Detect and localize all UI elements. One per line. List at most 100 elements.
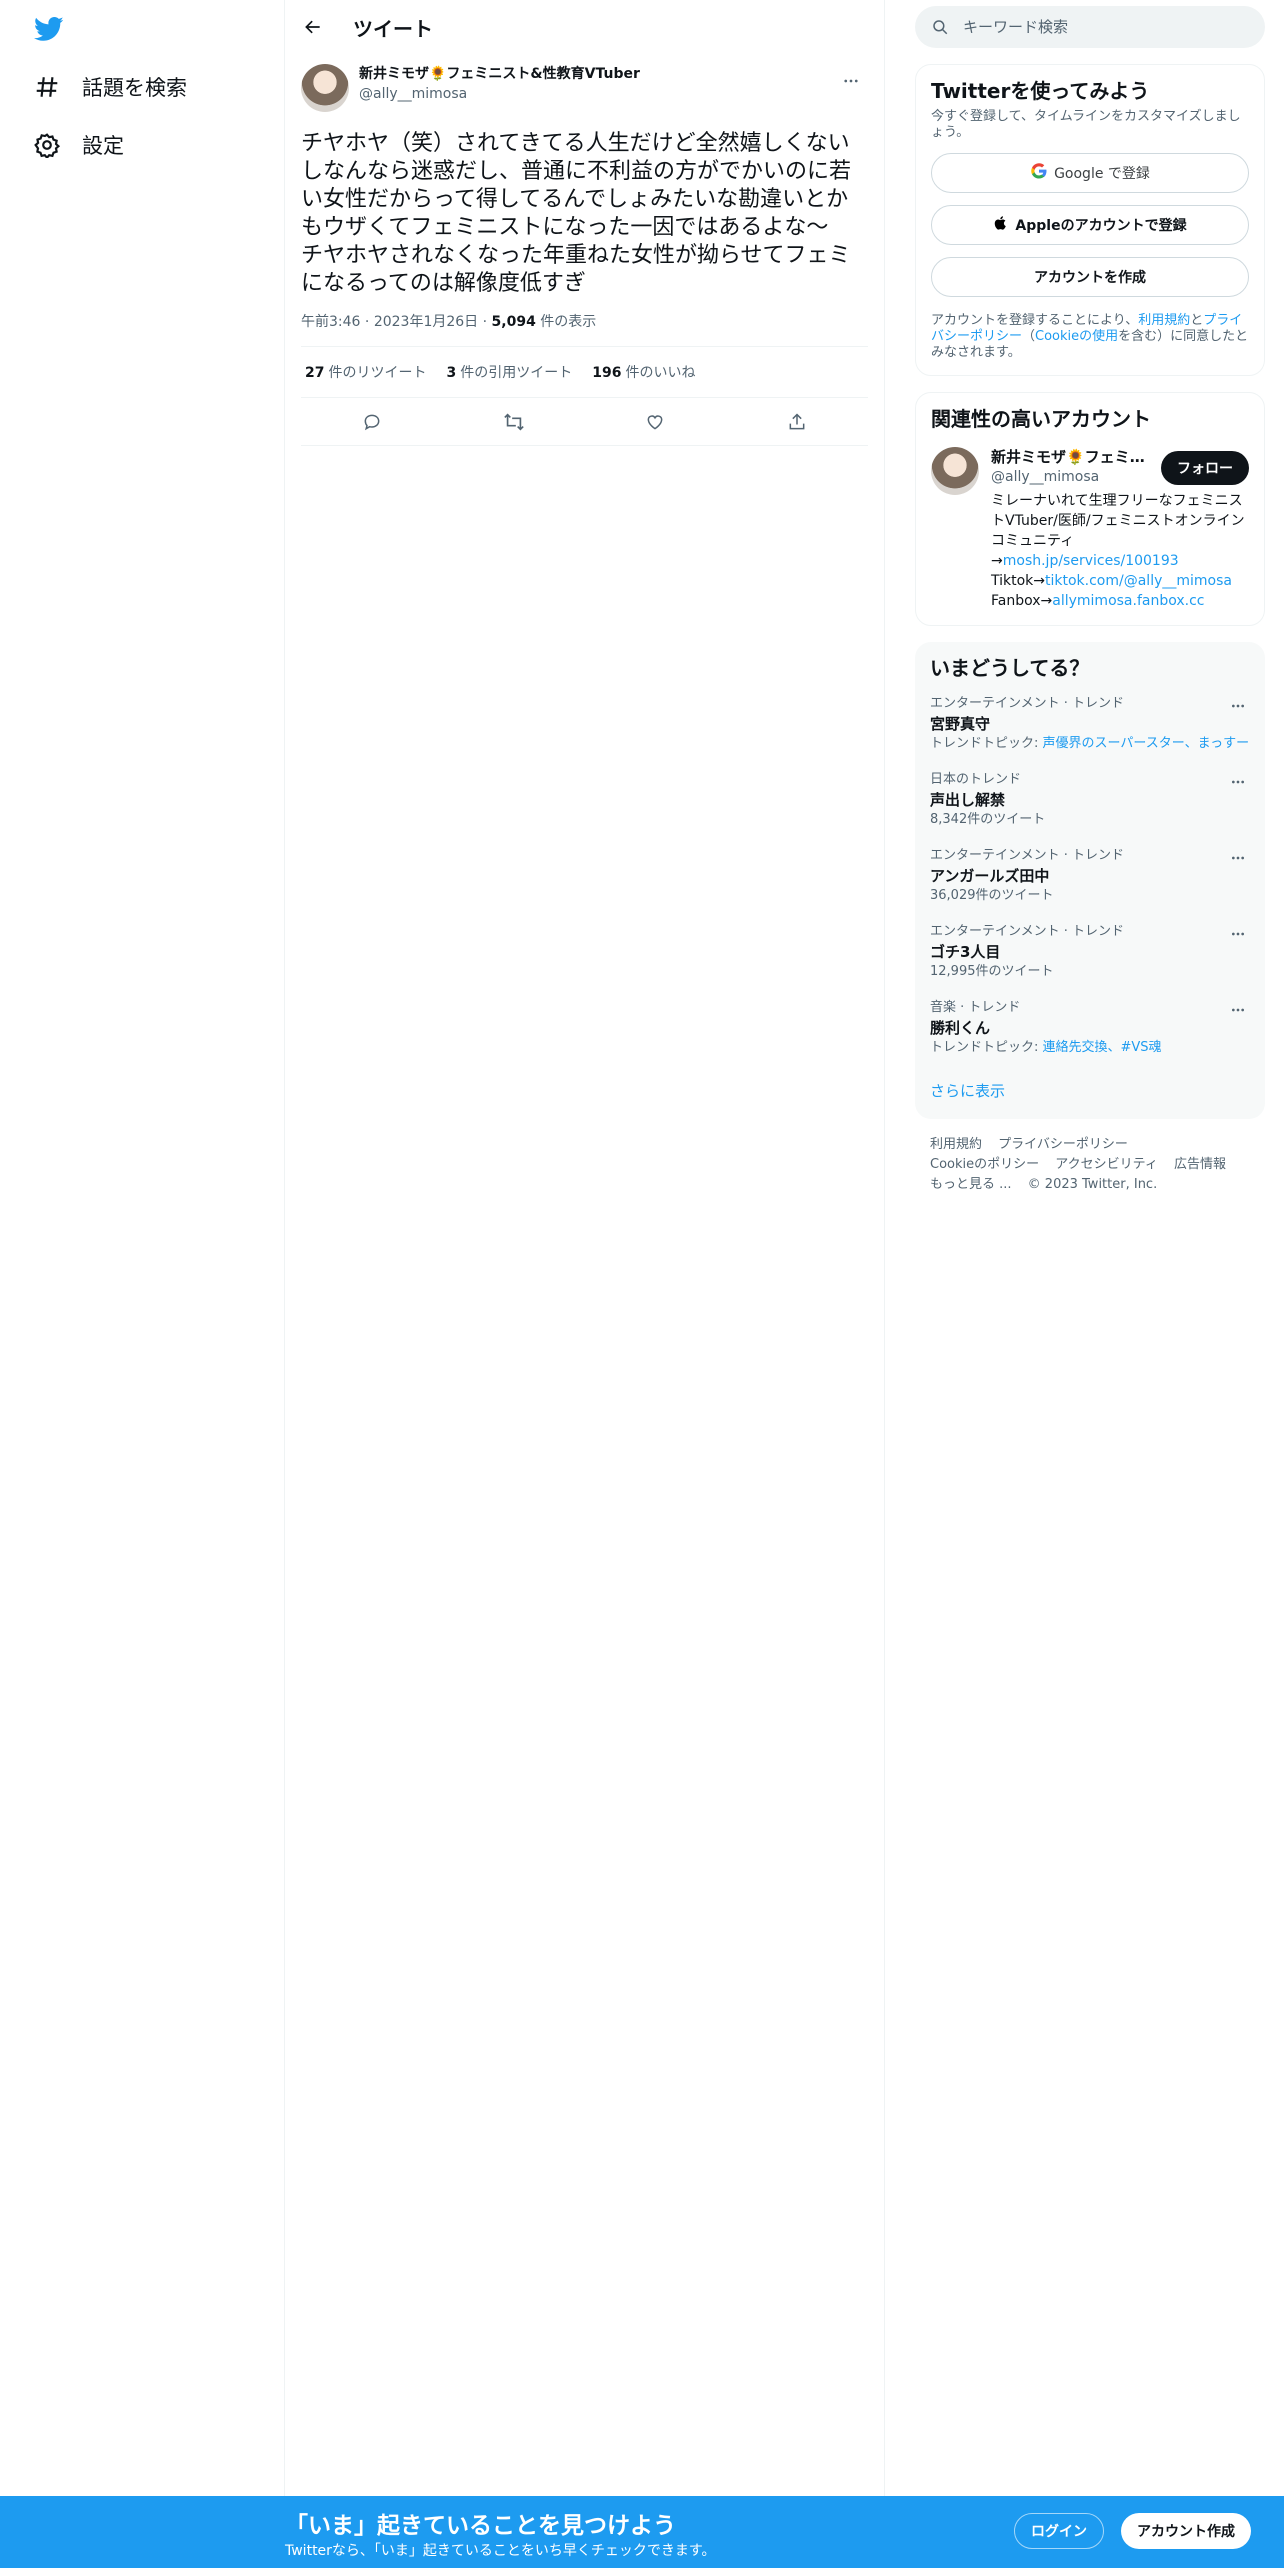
retweet-button[interactable] [496, 404, 532, 440]
signup-card: Twitterを使ってみよう 今すぐ登録して、タイムラインをカスタマイズしましょ… [915, 64, 1265, 376]
trend-more-button[interactable] [1226, 770, 1250, 794]
terms-link[interactable]: 利用規約 [1138, 313, 1190, 328]
trend-name: 勝利くん [930, 1019, 991, 1037]
more-dots-icon [1232, 1008, 1244, 1012]
more-dots-icon [1232, 856, 1244, 860]
trend-context: 日本のトレンド [930, 772, 1022, 787]
legal-pre: アカウントを登録することにより、 [931, 313, 1139, 328]
footer-link-privacy[interactable]: プライバシーポリシー [998, 1137, 1128, 1152]
more-dots-icon [1232, 932, 1244, 936]
left-nav: 話題を検索 設定 [0, 0, 285, 2496]
trend-more-button[interactable] [1226, 846, 1250, 870]
share-button[interactable] [779, 404, 815, 440]
related-name[interactable]: 新井ミモザ🌻フェミニスト&性教育VTuber [991, 447, 1151, 467]
avatar[interactable] [301, 64, 349, 112]
quotes-stat[interactable]: 3 件の引用ツイート [446, 362, 572, 382]
trend-context: エンターテインメント · トレンド [930, 924, 1125, 939]
tweet-header: 新井ミモザ🌻フェミニスト&性教育VTuber @ally__mimosa [301, 64, 868, 114]
bio-link-mosh[interactable]: mosh.jp/services/100193 [1003, 553, 1179, 569]
show-more-link[interactable]: さらに表示 [930, 1080, 1005, 1101]
apple-signup-button[interactable]: Appleのアカウントで登録 [931, 205, 1249, 245]
trend-name: ゴチ3人目 [930, 943, 1001, 961]
avatar[interactable] [931, 447, 979, 495]
trend-item[interactable]: エンターテインメント · トレンド 宮野真守 トレンドトピック: 声優界のスーパ… [930, 682, 1250, 752]
search-input[interactable] [963, 18, 1223, 36]
quotes-count: 3 [446, 365, 457, 381]
trend-name: 宮野真守 [930, 715, 991, 733]
arrow-left-icon [305, 20, 320, 34]
related-account[interactable]: 新井ミモザ🌻フェミニスト&性教育VTuber @ally__mimosa フォロ… [931, 447, 1249, 611]
signup-banner: 「いま」起きていることを見つけよう Twitterなら、「いま」起きていることを… [0, 2496, 1284, 2568]
trend-sub: トレンドトピック: 連絡先交換、#VS魂 [930, 1040, 1250, 1056]
meta-separator: · [364, 314, 374, 330]
footer-link-cookie[interactable]: Cookieのポリシー [930, 1157, 1039, 1172]
trend-context: 音楽 · トレンド [930, 1000, 1021, 1015]
trend-sub: 36,029件のツイート [930, 888, 1054, 903]
gear-icon [30, 128, 64, 162]
heart-icon [647, 414, 663, 430]
trend-more-button[interactable] [1226, 694, 1250, 718]
trend-sub: 8,342件のツイート [930, 812, 1046, 827]
views-count: 5,094 [491, 314, 536, 330]
bio-text: Fanbox→ [991, 593, 1053, 609]
trend-item[interactable]: エンターテインメント · トレンド ゴチ3人目 12,995件のツイート [930, 904, 1250, 980]
author-name[interactable]: 新井ミモザ🌻フェミニスト&性教育VTuber [359, 64, 834, 84]
trend-topic-links[interactable]: 声優界のスーパースター、まっすー [1043, 736, 1250, 751]
create-account-label: アカウントを作成 [1034, 270, 1146, 286]
like-button[interactable] [637, 404, 673, 440]
trend-name: アンガールズ田中 [930, 867, 1050, 885]
footer-link-ads[interactable]: 広告情報 [1174, 1157, 1226, 1172]
right-sidebar: Twitterを使ってみよう 今すぐ登録して、タイムラインをカスタマイズしましょ… [915, 0, 1265, 1195]
trend-sub-label: トレンドトピック: [930, 1040, 1043, 1055]
footer-link-more[interactable]: もっと見る ... [930, 1177, 1012, 1192]
retweets-stat[interactable]: 27 件のリツイート [305, 362, 426, 382]
likes-label: 件のいいね [625, 365, 696, 381]
trend-item[interactable]: エンターテインメント · トレンド アンガールズ田中 36,029件のツイート [930, 828, 1250, 904]
nav-explore[interactable]: 話題を検索 [30, 59, 187, 115]
related-account-body: 新井ミモザ🌻フェミニスト&性教育VTuber @ally__mimosa フォロ… [991, 447, 1249, 611]
tweet-time[interactable]: 午前3:46 [301, 314, 360, 330]
footer-link-accessibility[interactable]: アクセシビリティ [1055, 1157, 1158, 1172]
trend-item[interactable]: 音楽 · トレンド 勝利くん トレンドトピック: 連絡先交換、#VS魂 [930, 980, 1250, 1056]
google-signup-button[interactable]: Google で登録 [931, 153, 1249, 193]
bio-link-tiktok[interactable]: tiktok.com/@ally__mimosa [1045, 573, 1232, 589]
bio-link-fanbox[interactable]: allymimosa.fanbox.cc [1052, 593, 1204, 609]
meta-separator: · [482, 314, 492, 330]
retweets-label: 件のリツイート [328, 365, 427, 381]
signup-description: 今すぐ登録して、タイムラインをカスタマイズしましょう。 [931, 109, 1241, 140]
signup-legal: アカウントを登録することにより、利用規約とプライバシーポリシー（Cookieの使… [931, 313, 1249, 361]
likes-stat[interactable]: 196 件のいいね [592, 362, 695, 382]
reply-button[interactable] [354, 404, 390, 440]
trends-title: いまどうしてる？ [930, 656, 1090, 680]
footer-link-terms[interactable]: 利用規約 [930, 1137, 982, 1152]
login-button[interactable]: ログイン [1014, 2513, 1104, 2549]
author-handle[interactable]: @ally__mimosa [359, 84, 834, 104]
trend-more-button[interactable] [1226, 998, 1250, 1022]
google-signup-label: Google で登録 [1054, 166, 1150, 182]
cookie-link[interactable]: Cookieの使用 [1035, 329, 1118, 344]
page-title: ツイート [353, 16, 433, 41]
trend-item[interactable]: 日本のトレンド 声出し解禁 8,342件のツイート [930, 752, 1250, 828]
trend-topic-links[interactable]: 連絡先交換、#VS魂 [1043, 1040, 1162, 1055]
twitter-bird-icon[interactable] [32, 14, 66, 44]
views-label: 件の表示 [540, 314, 597, 330]
tweet-author: 新井ミモザ🌻フェミニスト&性教育VTuber @ally__mimosa [359, 64, 834, 104]
more-dots-icon [1232, 704, 1244, 708]
nav-settings[interactable]: 設定 [30, 117, 124, 173]
create-account-button[interactable]: アカウントを作成 [931, 257, 1249, 297]
related-bio: ミレーナいれて生理フリーなフェミニストVTuber/医師/フェミニストオンライン… [991, 491, 1249, 611]
footer: 利用規約 プライバシーポリシー Cookieのポリシー アクセシビリティ 広告情… [915, 1135, 1265, 1195]
follow-button[interactable]: フォロー [1161, 451, 1249, 485]
legal-paren: （ [1022, 329, 1036, 344]
tweet-more-button[interactable] [834, 64, 868, 98]
trend-more-button[interactable] [1226, 922, 1250, 946]
tweet-date[interactable]: 2023年1月26日 [374, 314, 478, 330]
tweet-meta: 午前3:46 · 2023年1月26日 · 5,094 件の表示 [301, 312, 868, 346]
more-dots-icon [844, 79, 858, 83]
search-bar[interactable] [915, 6, 1265, 48]
apple-signup-label: Appleのアカウントで登録 [1015, 218, 1187, 234]
banner-signup-button[interactable]: アカウント作成 [1121, 2513, 1251, 2549]
related-handle[interactable]: @ally__mimosa [991, 467, 1151, 487]
back-button[interactable] [295, 9, 331, 45]
trend-context: エンターテインメント · トレンド [930, 696, 1125, 711]
